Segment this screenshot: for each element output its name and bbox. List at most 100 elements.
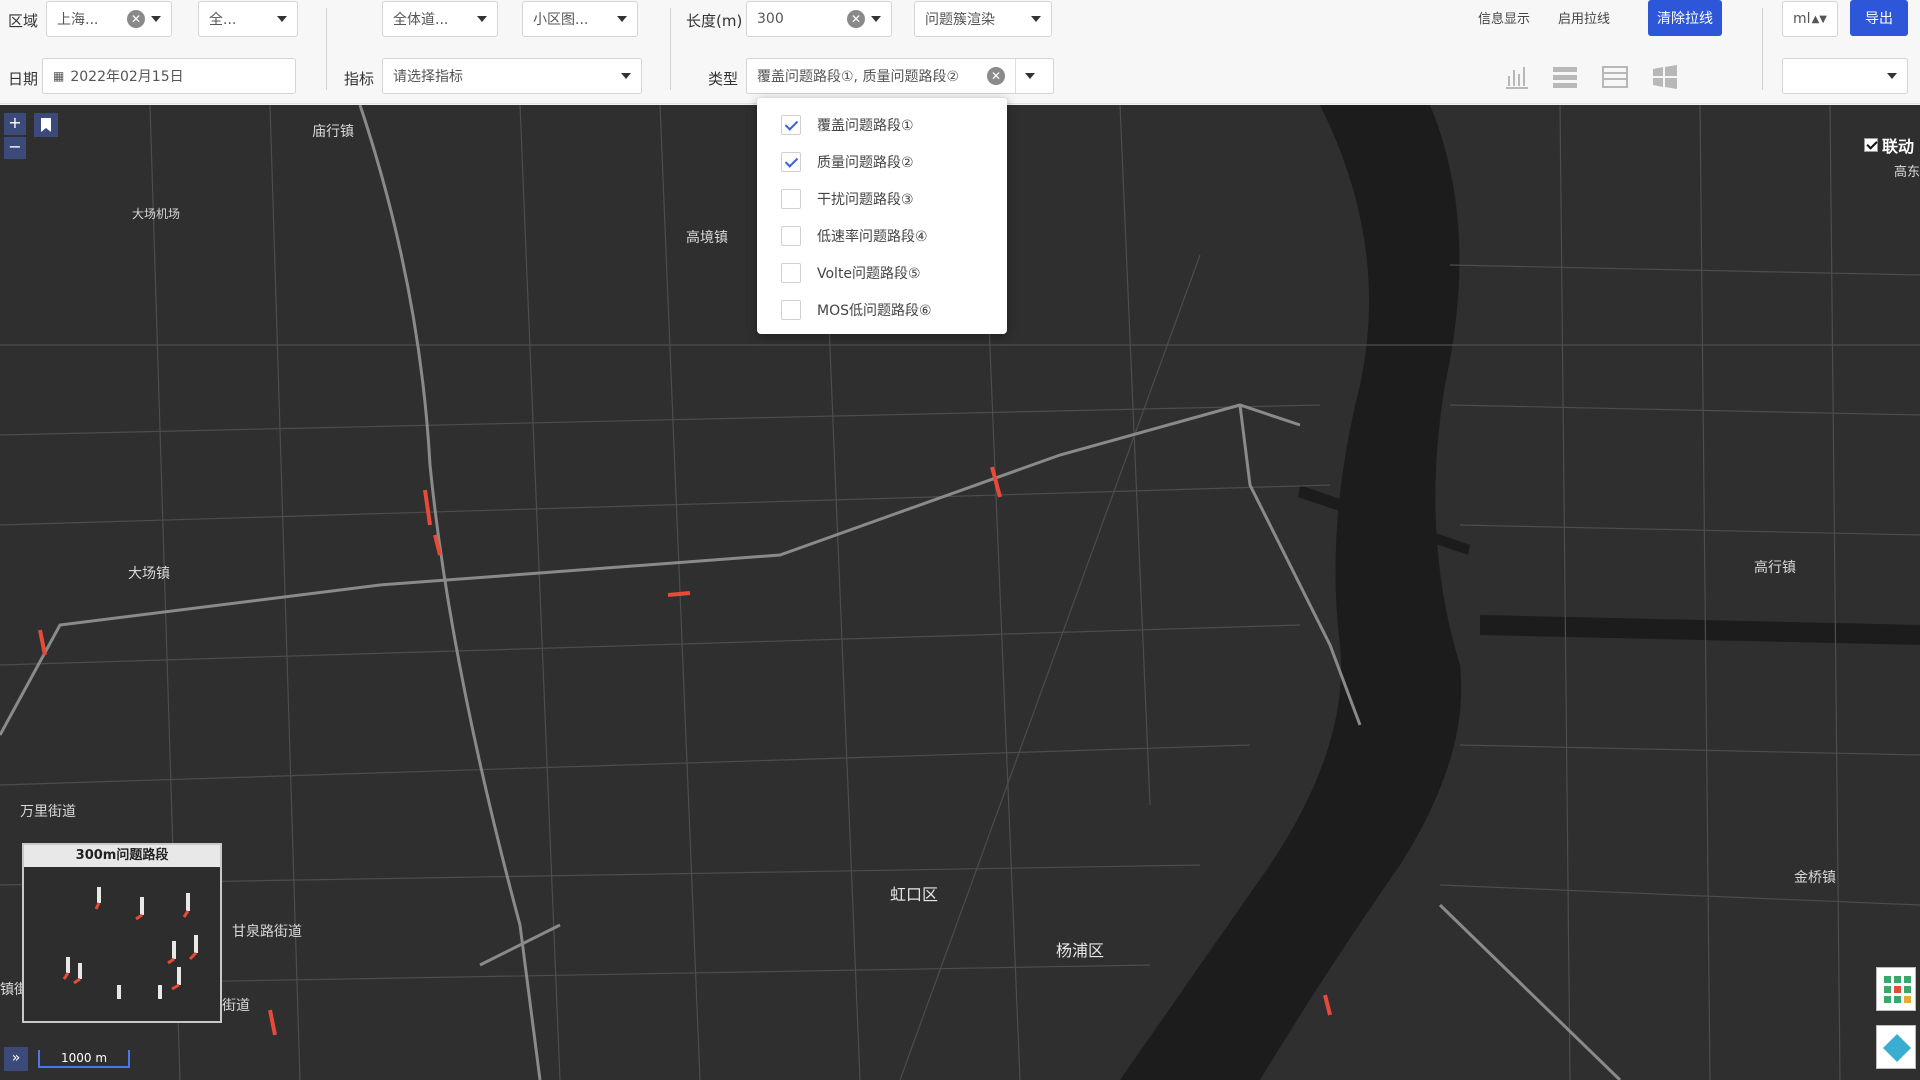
map-label: 万里街道 <box>20 804 76 820</box>
toolbar: 区域 上海... ✕ 全... 全体道... 小区图... 长度(m) 300 … <box>0 0 1920 104</box>
type-dropdown: 覆盖问题路段① 质量问题路段② 干扰问题路段③ 低速率问题路段④ Volte问题… <box>757 98 1007 334</box>
road-select[interactable]: 全体道... <box>382 1 498 37</box>
map-label: 高东 <box>1894 165 1920 180</box>
checkbox[interactable] <box>781 225 801 246</box>
chevron-down-icon <box>277 16 287 22</box>
metric-placeholder: 请选择指标 <box>393 69 463 85</box>
info-display-button[interactable]: 信息显示 <box>1466 0 1542 34</box>
clear-pull-line-button[interactable]: 清除拉线 <box>1648 0 1722 36</box>
linkage-checkbox[interactable] <box>1863 138 1878 152</box>
chevron-down-icon <box>1031 16 1041 22</box>
right-select[interactable] <box>1782 58 1908 94</box>
layer-switch-button[interactable] <box>1876 1025 1916 1069</box>
region-value: 上海... <box>57 12 99 28</box>
type-option-interference[interactable]: 干扰问题路段③ <box>757 180 1007 217</box>
chevron-down-icon <box>871 16 881 22</box>
chevron-down-icon <box>617 16 627 22</box>
chevron-down-icon <box>621 73 631 79</box>
option-label: 低速率问题路段④ <box>817 228 928 245</box>
option-label: MOS低问题路段⑥ <box>817 302 932 319</box>
checkbox[interactable] <box>781 151 801 172</box>
map-label: 高行镇 <box>1754 560 1796 576</box>
region-sub-value: 全... <box>209 12 237 28</box>
minimap[interactable]: 300m问题路段 <box>22 843 222 1023</box>
checkbox[interactable] <box>781 299 801 320</box>
checkbox[interactable] <box>781 188 801 209</box>
region-sub-select[interactable]: 全... <box>198 1 298 37</box>
bar-chart-icon[interactable] <box>1502 62 1532 92</box>
creek <box>1480 615 1920 645</box>
type-value: 覆盖问题路段①, 质量问题路段② <box>757 69 960 85</box>
render-value: 问题簇渲染 <box>925 12 995 28</box>
problem-markers <box>66 887 198 999</box>
chevron-down-icon <box>1024 73 1035 79</box>
grid-layer-button[interactable] <box>1876 967 1916 1011</box>
type-option-volte[interactable]: Volte问题路段⑤ <box>757 254 1007 291</box>
metric-select[interactable]: 请选择指标 <box>382 58 642 94</box>
linkage-toggle[interactable]: 联动 <box>1863 133 1914 157</box>
date-label: 日期 <box>8 70 39 88</box>
type-select[interactable]: 覆盖问题路段①, 质量问题路段② ✕ <box>746 58 1054 94</box>
windows-icon[interactable] <box>1650 62 1680 92</box>
minimap-title: 300m问题路段 <box>24 845 220 867</box>
enable-pull-line-button[interactable]: 启用拉线 <box>1546 0 1622 34</box>
divider <box>1762 8 1763 90</box>
option-label: 覆盖问题路段① <box>817 117 914 134</box>
length-value: 300 <box>757 11 784 27</box>
length-label: 长度(m) <box>686 12 743 30</box>
expand-button[interactable]: » <box>4 1047 28 1071</box>
type-option-coverage[interactable]: 覆盖问题路段① <box>757 106 1007 143</box>
table-view-icon[interactable] <box>1600 62 1630 92</box>
checkbox[interactable] <box>781 114 801 135</box>
river <box>1120 105 1462 1080</box>
map-label: 金桥镇 <box>1794 870 1836 886</box>
zoom-control: + − <box>4 113 26 159</box>
divider <box>326 8 327 90</box>
chevron-down-icon <box>477 16 487 22</box>
unit-select[interactable]: ml ▲▼ <box>1782 1 1838 37</box>
scale-bar: 1000 m <box>38 1050 130 1068</box>
chevron-down-icon <box>1887 73 1897 79</box>
type-option-mos-low[interactable]: MOS低问题路段⑥ <box>757 291 1007 328</box>
zoom-in-button[interactable]: + <box>4 113 26 135</box>
map-label: 大场镇 <box>128 566 170 582</box>
sort-arrows-icon: ▲▼ <box>1811 13 1827 25</box>
bookmark-button[interactable] <box>34 113 58 137</box>
clear-icon[interactable]: ✕ <box>127 10 145 28</box>
layers-icon <box>1883 1034 1911 1062</box>
bookmark-icon <box>41 118 51 132</box>
calendar-icon: ▦ <box>53 69 65 83</box>
zoom-out-button[interactable]: − <box>4 137 26 159</box>
unit-value: ml <box>1793 11 1811 27</box>
metric-label: 指标 <box>344 70 375 88</box>
linkage-label: 联动 <box>1881 137 1914 156</box>
grid-icon <box>1884 976 1911 1003</box>
clear-icon[interactable]: ✕ <box>987 67 1005 85</box>
date-value: 2022年02月15日 <box>70 69 184 85</box>
region-select[interactable]: 上海... ✕ <box>46 1 172 37</box>
map-label: 街道 <box>222 998 250 1014</box>
list-view-icon[interactable] <box>1550 62 1580 92</box>
type-dropdown-toggle[interactable] <box>1015 59 1043 93</box>
date-picker[interactable]: ▦ 2022年02月15日 <box>42 58 296 94</box>
checkbox[interactable] <box>781 262 801 283</box>
road-value: 全体道... <box>393 12 449 28</box>
map-label: 大场机场 <box>132 207 181 221</box>
cell-value: 小区图... <box>533 12 589 28</box>
problem-segments <box>38 466 1332 1036</box>
cell-select[interactable]: 小区图... <box>522 1 638 37</box>
problem-marker-tips <box>62 902 198 991</box>
map-label: 庙行镇 <box>312 124 354 140</box>
option-label: 干扰问题路段③ <box>817 191 914 208</box>
map-label: 高境镇 <box>686 230 728 246</box>
option-label: Volte问题路段⑤ <box>817 265 921 282</box>
render-select[interactable]: 问题簇渲染 <box>914 1 1052 37</box>
clear-icon[interactable]: ✕ <box>847 10 865 28</box>
export-button[interactable]: 导出 <box>1850 0 1908 36</box>
option-label: 质量问题路段② <box>817 154 914 171</box>
type-option-low-rate[interactable]: 低速率问题路段④ <box>757 217 1007 254</box>
map-label: 杨浦区 <box>1056 941 1105 960</box>
type-option-quality[interactable]: 质量问题路段② <box>757 143 1007 180</box>
length-input[interactable]: 300 ✕ <box>746 1 892 37</box>
divider <box>670 8 671 90</box>
